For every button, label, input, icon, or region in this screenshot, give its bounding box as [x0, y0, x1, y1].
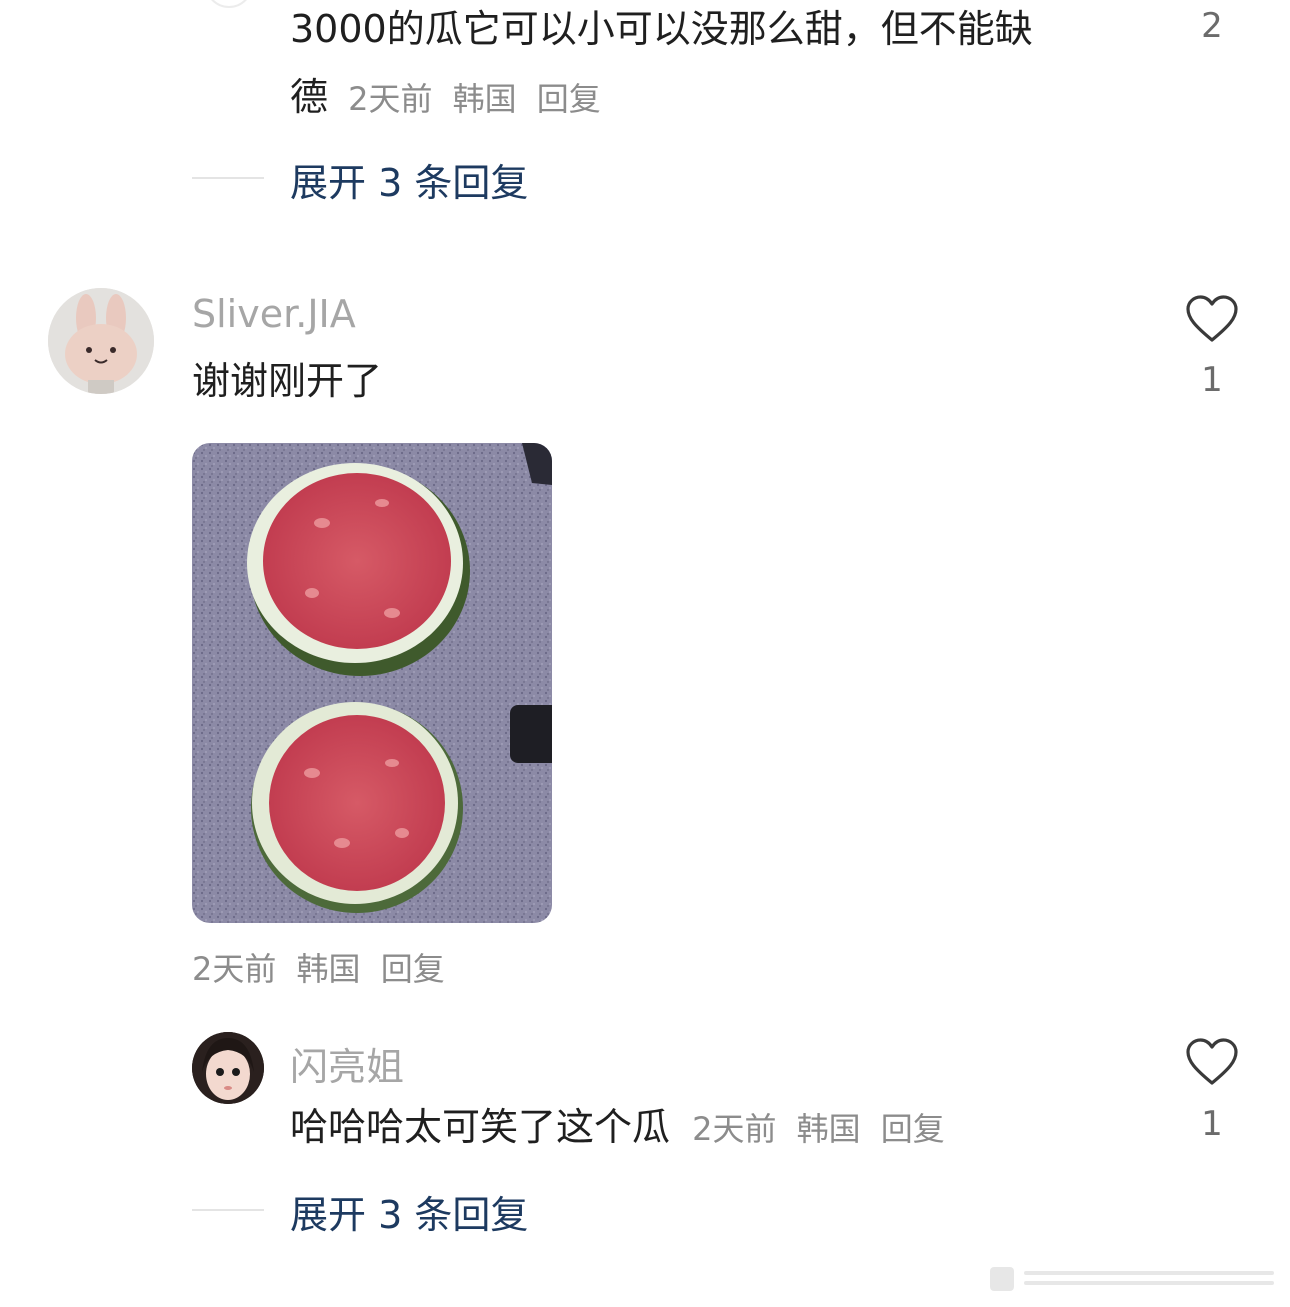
comment-text-line: 德 2天前 韩国 回复	[290, 64, 1130, 132]
comment-time: 2天前	[348, 80, 433, 118]
comment-thread: 3000的瓜它可以小可以没那么甜，但不能缺 德 2天前 韩国 回复 2 展开 3…	[0, 0, 1290, 1307]
comment-text-tail: 德	[290, 75, 329, 119]
comment-username[interactable]: Sliver.JIA	[192, 292, 356, 336]
avatar[interactable]	[205, 0, 253, 8]
comment-text-body: 哈哈哈太可笑了这个瓜	[290, 1105, 671, 1149]
comment-text: 3000的瓜它可以小可以没那么甜，但不能缺 德 2天前 韩国 回复	[290, 0, 1130, 132]
heart-icon	[1186, 295, 1238, 342]
comment-time: 2天前	[192, 950, 277, 988]
like-count: 2	[1201, 6, 1223, 46]
comment-time: 2天前	[692, 1110, 777, 1148]
comment-meta: 2天前 韩国 回复	[192, 944, 445, 990]
expand-replies-button[interactable]: 展开 3 条回复	[290, 152, 528, 207]
comment-text: 哈哈哈太可笑了这个瓜 2天前 韩国 回复	[290, 1094, 945, 1162]
like-count: 1	[1201, 1104, 1223, 1144]
avatar[interactable]	[192, 1032, 264, 1104]
watermelon-photo-image	[192, 443, 552, 923]
like-count: 1	[1201, 360, 1223, 400]
comment-username[interactable]: 闪亮姐	[290, 1036, 404, 1091]
comment-text-line: 3000的瓜它可以小可以没那么甜，但不能缺	[290, 7, 1033, 51]
girl-face-avatar-icon	[192, 1032, 264, 1104]
avatar[interactable]	[48, 288, 154, 394]
comment-location: 韩国	[296, 950, 361, 988]
expand-replies-button[interactable]: 展开 3 条回复	[290, 1184, 528, 1239]
reply-button[interactable]: 回复	[381, 950, 445, 988]
comment-location: 韩国	[452, 80, 517, 118]
watermark-logo	[990, 1257, 1280, 1301]
divider	[192, 1209, 264, 1211]
comment-location: 韩国	[796, 1110, 861, 1148]
divider	[192, 177, 264, 179]
comment-text: 谢谢刚开了	[192, 359, 383, 403]
like-button[interactable]	[1185, 1037, 1239, 1091]
reply-button[interactable]: 回复	[881, 1110, 945, 1148]
bunny-plush-avatar-icon	[48, 288, 154, 394]
heart-icon	[1186, 1038, 1238, 1085]
like-button[interactable]	[1185, 294, 1239, 348]
comment-photo[interactable]	[192, 443, 552, 923]
reply-button[interactable]: 回复	[537, 80, 601, 118]
